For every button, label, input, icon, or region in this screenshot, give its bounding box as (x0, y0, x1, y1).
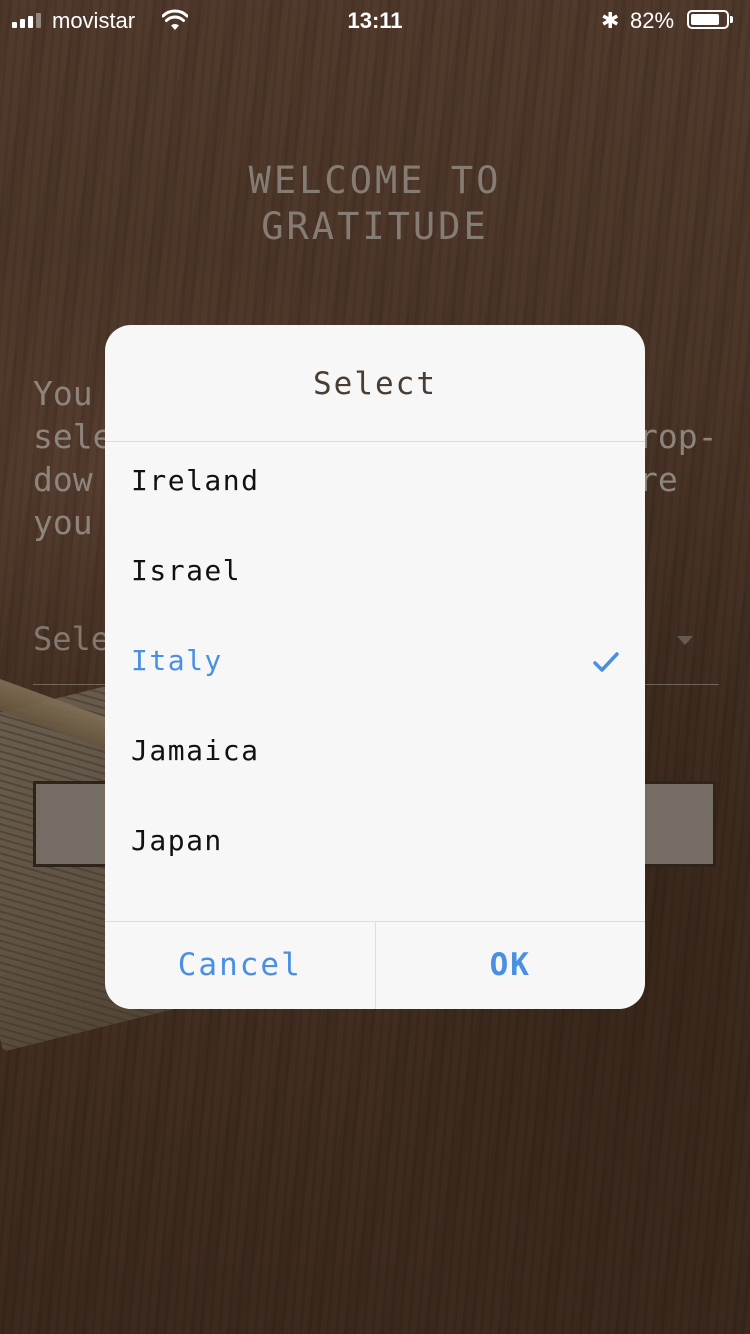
battery-fill (691, 14, 719, 25)
option-japan[interactable]: Japan (105, 802, 645, 892)
option-label: Italy (131, 644, 223, 677)
ok-button[interactable]: OK (376, 922, 646, 1009)
option-label: Israel (131, 554, 242, 587)
option-label: Ireland (131, 464, 260, 497)
cancel-button[interactable]: Cancel (105, 922, 376, 1009)
battery-percentage: 82% (630, 8, 675, 33)
option-italy[interactable]: Italy (105, 622, 645, 712)
dialog-title: Select (105, 325, 645, 442)
options-list[interactable]: Ireland Israel Italy Jamaica Japan (105, 442, 645, 892)
option-label: Jamaica (131, 734, 260, 767)
option-label: Japan (131, 824, 223, 857)
select-dialog: Select Ireland Israel Italy Jamaica Japa… (105, 325, 645, 1009)
option-israel[interactable]: Israel (105, 532, 645, 622)
battery-cap (730, 16, 733, 23)
dialog-actions: Cancel OK (105, 921, 645, 1009)
bluetooth-icon: ✱ (601, 8, 620, 33)
option-ireland[interactable]: Ireland (105, 442, 645, 532)
status-bar: movistar 13:11 ✱ 82% (0, 0, 750, 40)
checkmark-icon (593, 652, 619, 672)
option-jamaica[interactable]: Jamaica (105, 712, 645, 802)
battery-icon (687, 10, 733, 29)
